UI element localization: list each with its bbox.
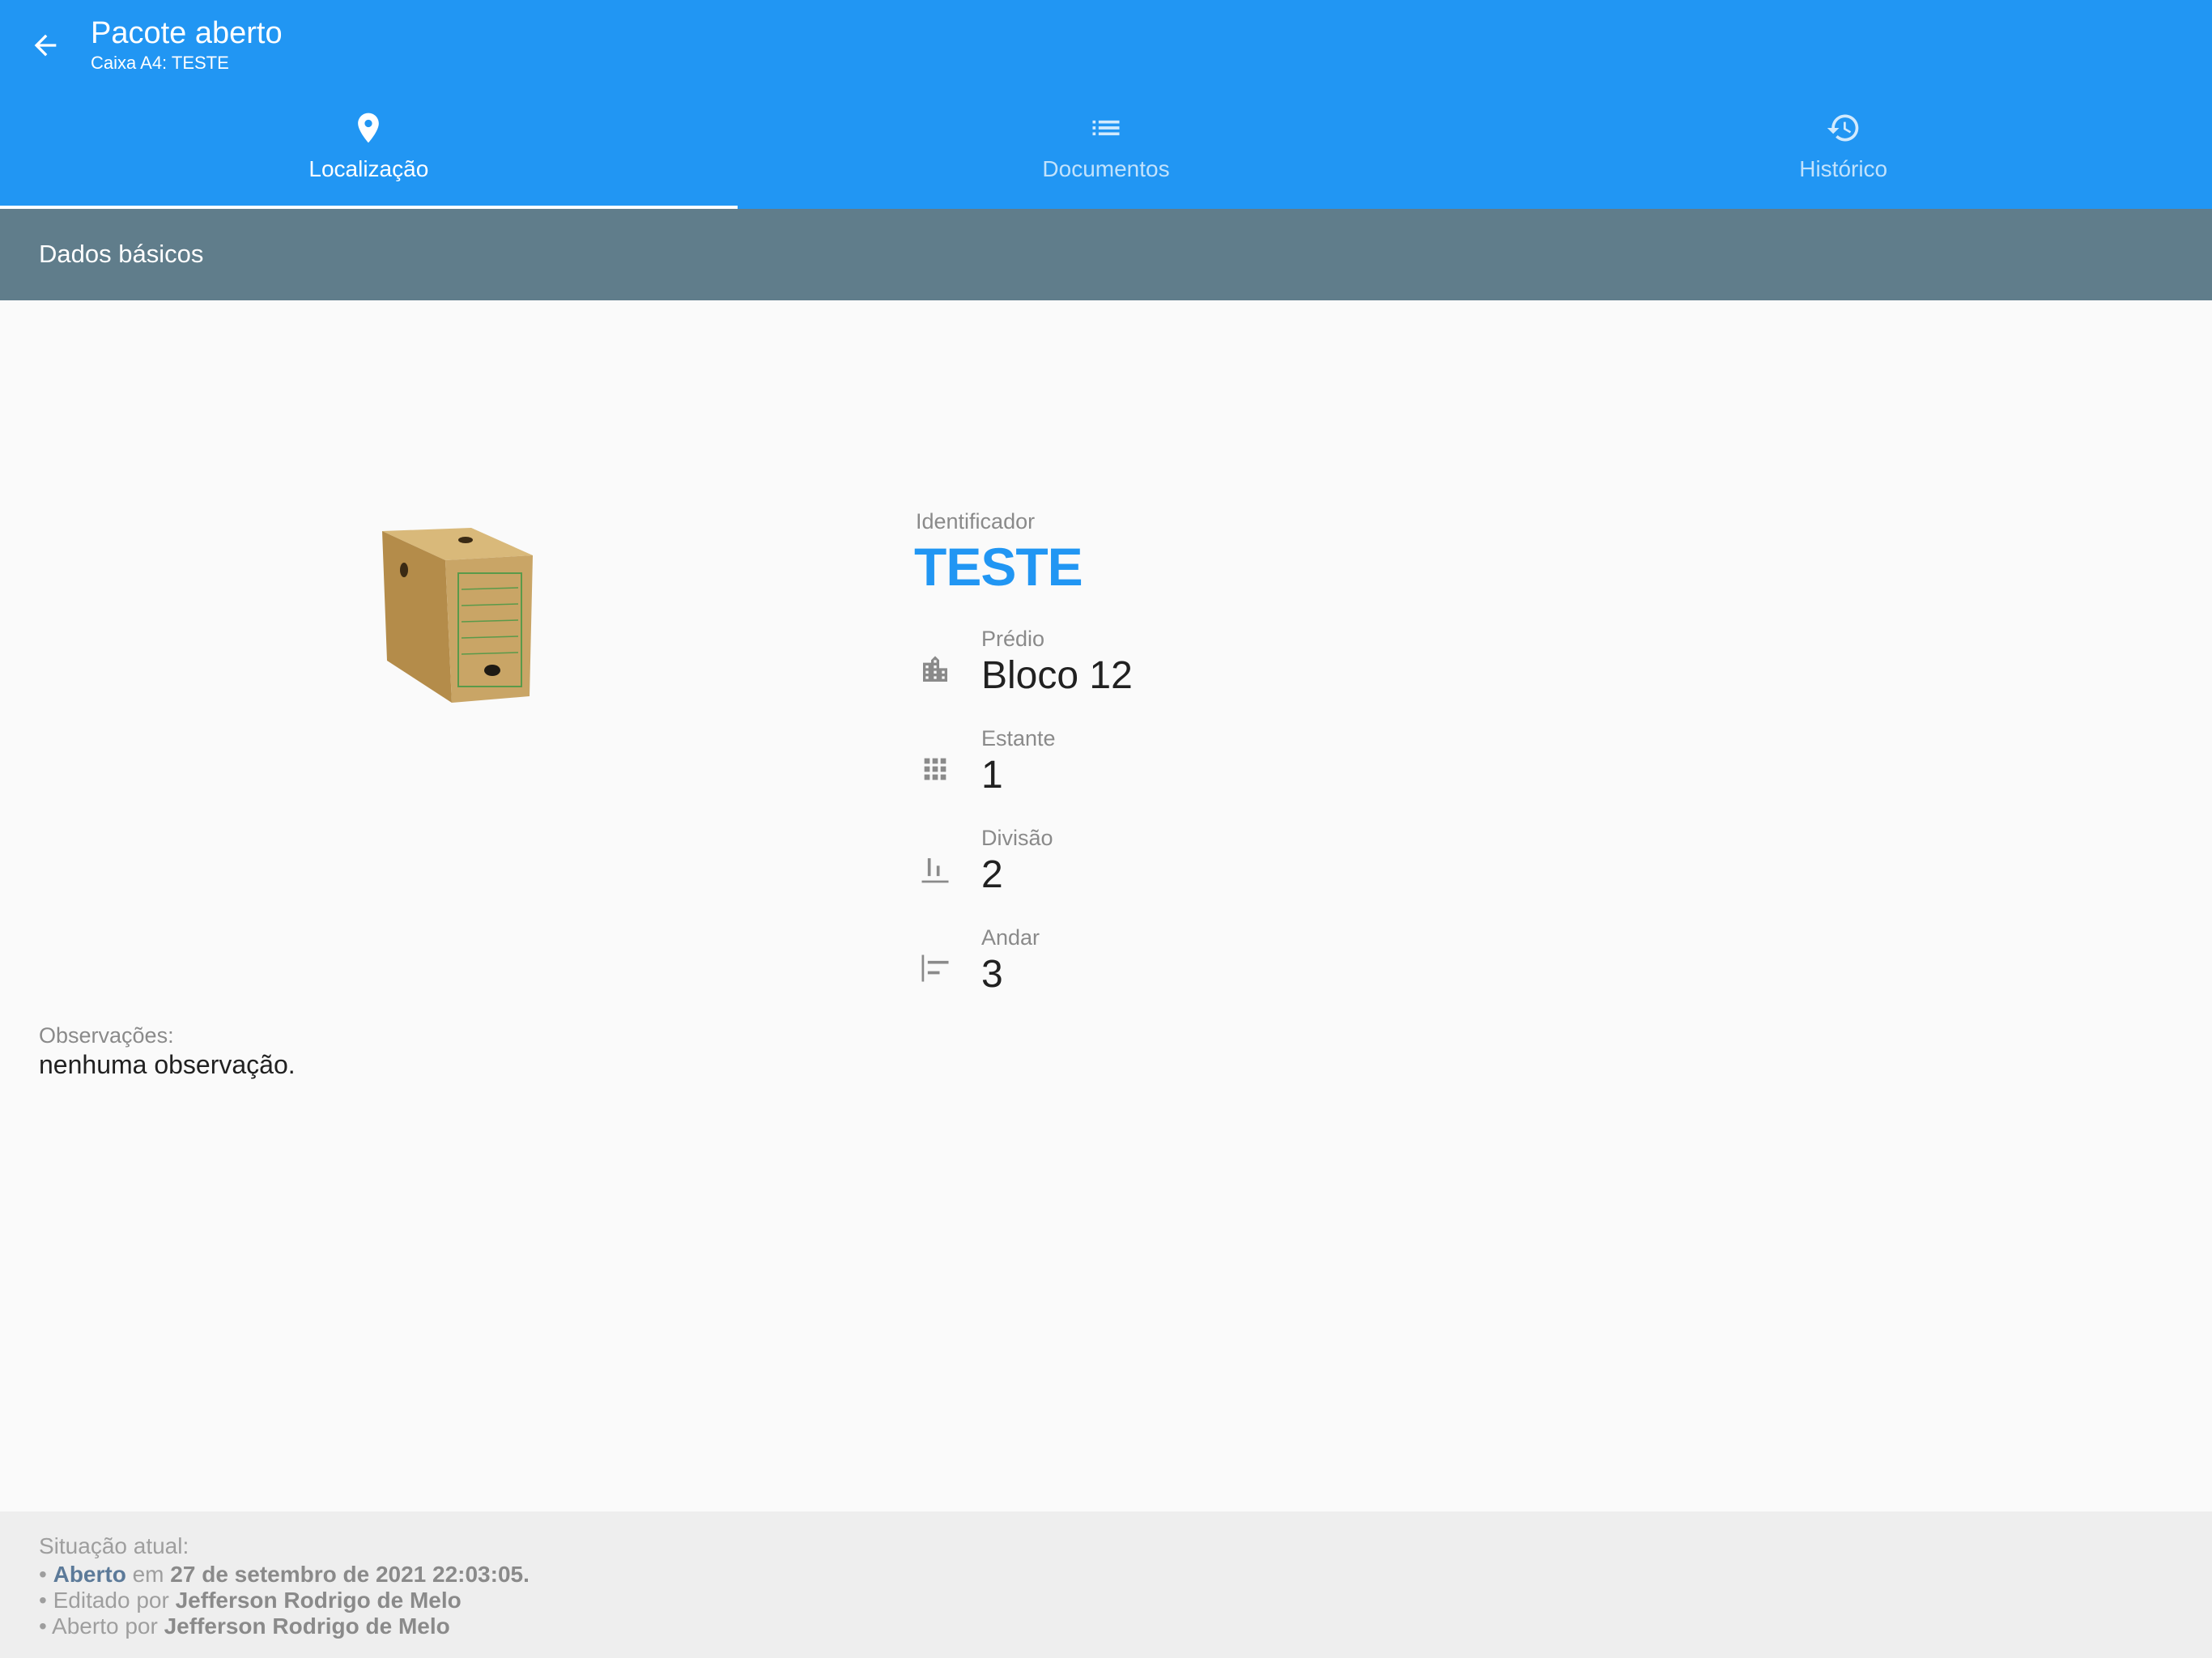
edited-line: • Editado por Jefferson Rodrigo de Melo	[39, 1588, 462, 1613]
tab-label: Histórico	[1799, 156, 1888, 181]
tab-label: Documentos	[1042, 156, 1170, 181]
date-prefix: em	[132, 1562, 164, 1587]
status-footer: Situação atual: • Aberto em 27 de setemb…	[0, 1511, 2212, 1658]
observations-value: nenhuma observação.	[39, 1050, 296, 1079]
archive-box-image	[382, 528, 533, 703]
field-andar: Andar 3	[916, 925, 1644, 1014]
tab-documentos[interactable]: Documentos	[738, 96, 1475, 209]
status-date: 27 de setembro de 2021 22:03:05.	[170, 1562, 530, 1587]
tab-label: Localização	[308, 156, 429, 181]
field-predio: Prédio Bloco 12	[916, 626, 1644, 715]
field-value: 3	[981, 953, 1003, 996]
history-icon	[1824, 108, 1863, 147]
opened-line: • Aberto por Jefferson Rodrigo de Melo	[39, 1613, 450, 1639]
opened-prefix: Aberto por	[52, 1613, 158, 1639]
status-value: Aberto	[53, 1562, 126, 1587]
page-subtitle: Caixa A4: TESTE	[91, 53, 229, 73]
field-label: Prédio	[981, 627, 1045, 651]
section-title: Dados básicos	[39, 240, 204, 268]
edited-by: Jefferson Rodrigo de Melo	[175, 1588, 462, 1613]
field-label: Estante	[981, 726, 1056, 750]
identifier-label: Identificador	[916, 509, 1036, 534]
arrow-back-icon	[34, 34, 57, 57]
observations-label: Observações:	[39, 1023, 174, 1048]
identifier-value: TESTE	[914, 537, 1083, 597]
field-value: Bloco 12	[981, 654, 1133, 697]
bar-chart-icon	[916, 849, 955, 888]
grid-icon	[916, 750, 955, 789]
bullet: •	[39, 1562, 47, 1587]
tab-bar: Localização Documentos Histórico	[0, 96, 2212, 209]
situation-label: Situação atual:	[39, 1533, 189, 1558]
tab-historico[interactable]: Histórico	[1474, 96, 2212, 209]
app-bar: Pacote aberto Caixa A4: TESTE Localizaçã…	[0, 0, 2212, 209]
section-header: Dados básicos	[0, 209, 2212, 300]
field-value: 1	[981, 754, 1003, 797]
tab-localizacao[interactable]: Localização	[0, 96, 738, 209]
location-pin-icon	[349, 108, 388, 147]
list-icon	[1087, 108, 1125, 147]
edited-prefix: Editado por	[53, 1588, 169, 1613]
building-icon	[916, 650, 955, 689]
field-value: 2	[981, 853, 1003, 896]
status-line: • Aberto em 27 de setembro de 2021 22:03…	[39, 1562, 530, 1588]
back-button[interactable]	[23, 23, 68, 68]
field-estante: Estante 1	[916, 725, 1644, 814]
field-label: Andar	[981, 925, 1040, 950]
opened-by: Jefferson Rodrigo de Melo	[164, 1613, 450, 1639]
page-title: Pacote aberto	[91, 16, 283, 50]
align-left-icon	[916, 949, 955, 988]
bullet: •	[39, 1613, 47, 1639]
field-label: Divisão	[981, 826, 1053, 850]
field-divisao: Divisão 2	[916, 825, 1644, 914]
bullet: •	[39, 1588, 47, 1613]
